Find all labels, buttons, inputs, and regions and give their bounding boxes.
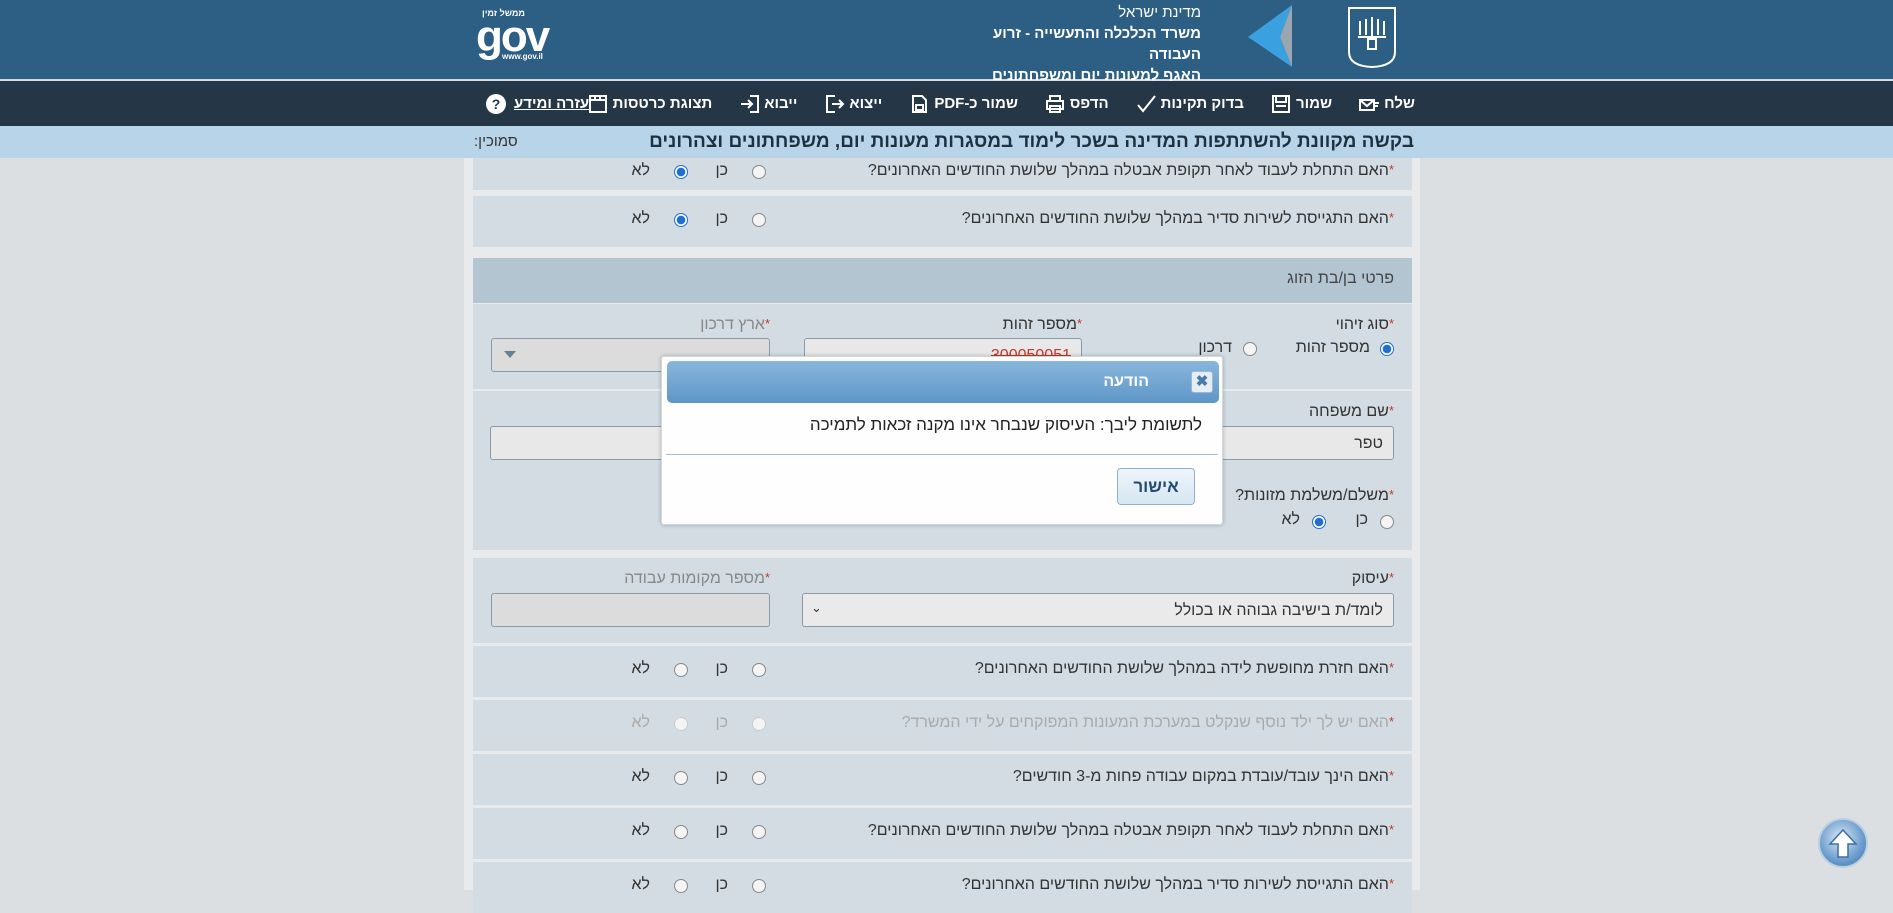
message-dialog: ✖ הודעה לתשומת ליבך: העיסוק שנבחר אינו מ… [661, 356, 1223, 525]
arrow-up-icon [1828, 828, 1858, 858]
close-icon[interactable]: ✖ [1191, 371, 1213, 393]
ok-button[interactable]: אישור [1117, 468, 1195, 505]
dialog-message: לתשומת ליבך: העיסוק שנבחר אינו מקנה זכאו… [809, 415, 1202, 434]
divider [666, 454, 1218, 455]
scroll-to-top-button[interactable] [1818, 818, 1868, 868]
dialog-header: ✖ הודעה [667, 361, 1219, 403]
dialog-title: הודעה [1103, 373, 1149, 390]
